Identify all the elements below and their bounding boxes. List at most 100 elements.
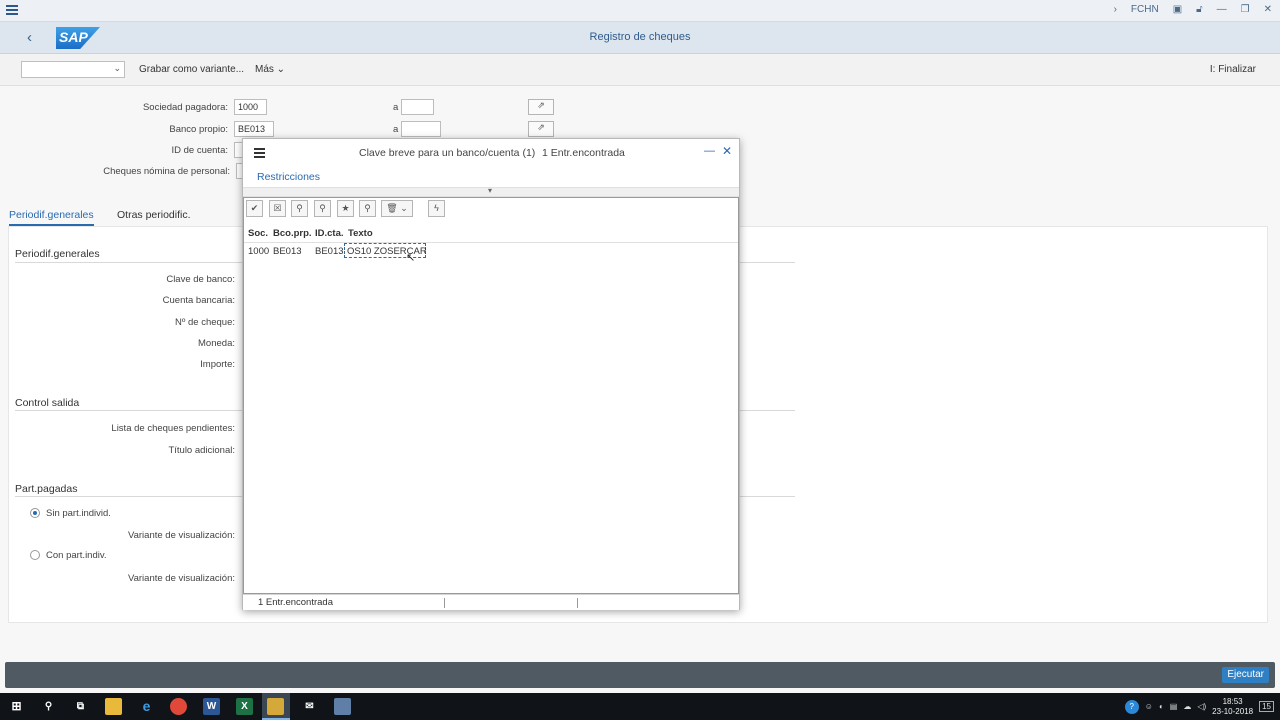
settings-icon[interactable]: ϟ [428,200,445,217]
table-cell[interactable]: BE013 [273,246,302,257]
finish-button[interactable]: I: Finalizar [1210,64,1256,75]
execute-button[interactable]: Ejecutar [1222,667,1269,683]
field-label: Moneda: [198,338,235,349]
company-from-input[interactable]: 1000 [234,99,267,115]
radio-label: Con part.indiv. [46,550,107,561]
details-icon[interactable]: ⚲ [359,200,376,217]
section-output-title: Control salida [15,397,80,409]
excel-icon[interactable]: X [236,698,253,715]
clock-date: 23-10-2018 [1212,706,1254,716]
to-label: a [393,102,399,113]
footer-bar: Ejecutar [5,662,1275,688]
radio-no-individual[interactable] [30,508,40,518]
tab-other[interactable]: Otras periodific. [117,209,191,221]
windows-start-icon[interactable]: ⊞ [8,698,25,715]
task-view-icon[interactable]: ⧉ [72,698,89,715]
restrictions-link[interactable]: Restricciones [257,171,320,183]
finish-label: Finalizar [1218,64,1256,75]
menu-icon[interactable] [6,5,18,17]
multiple-selection-button[interactable]: ⇗ [528,121,554,137]
section-general-title: Periodif.generales [15,248,100,260]
tray-icon[interactable]: ◐ [1159,702,1164,711]
bank-to-input[interactable] [401,121,441,137]
splitter-arrow-icon: ▾ [488,186,493,195]
radio-label: Sin part.individ. [46,508,111,519]
more-label: Más [255,64,274,75]
check-icon[interactable]: ✔ [246,200,263,217]
menu-icon[interactable] [254,148,265,160]
field-label: Lista de cheques pendientes: [111,423,235,434]
section-paid-title: Part.pagadas [15,483,78,495]
mail-icon[interactable]: ✉ [301,698,318,715]
page-title: Registro de cheques [589,31,691,43]
field-label: Nº de cheque: [175,317,235,328]
lock-icon[interactable]: 🔓︎ [1196,4,1202,15]
splitter[interactable]: ▾ [243,186,739,197]
column-header[interactable]: Soc. [248,228,268,239]
payroll-checks-label: Cheques nómina de personal: [103,166,230,177]
app-toolbar: ⌄ Grabar como variante... Más ⌄ I: Final… [0,54,1280,86]
bank-label: Banco propio: [169,124,228,135]
to-label: a [393,124,399,135]
minimize-icon[interactable]: — [704,145,715,157]
system-user: FCHN [1130,4,1159,15]
column-header[interactable]: Texto [348,228,373,239]
search-next-icon[interactable]: ⚲ [314,200,331,217]
variant-dropdown[interactable]: ⌄ [21,61,125,78]
notifications-icon[interactable]: 15 [1259,701,1274,712]
table-cell[interactable]: 1000 [248,246,269,257]
maximize-icon[interactable]: ❐ [1241,4,1250,15]
windows-taskbar: ⊞ ⚲ ⧉ e W X ✉ ? ☺ ◐ ▤ ☁ ◁) 18:53 23-10-2… [0,693,1280,720]
delete-icon[interactable]: 🗑︎ ⌄ [381,200,413,217]
bank-from-input[interactable]: BE013 [234,121,274,137]
shell-header: ‹ SAP Registro de cheques [0,22,1280,54]
edge-icon[interactable]: e [138,698,155,715]
chrome-icon[interactable] [170,698,187,715]
divider [577,598,578,608]
clock-time: 18:53 [1222,696,1243,706]
network-icon[interactable]: ▤ [1170,702,1178,711]
search-icon[interactable]: ⚲ [40,698,57,715]
status-text: 1 Entr.encontrada [258,597,333,608]
column-header[interactable]: Bco.prp. [273,228,312,239]
system-bar: › FCHN ▣ 🔓︎ — ❐ ✕ [0,0,1280,22]
more-button[interactable]: Más ⌄ [255,64,285,75]
file-explorer-icon[interactable] [105,698,122,715]
field-label: Cuenta bancaria: [162,295,235,306]
multiple-selection-button[interactable]: ⇗ [528,99,554,115]
column-header[interactable]: ID.cta. [315,228,344,239]
mouse-cursor-icon: ↖ [406,252,416,264]
minimize-icon[interactable]: — [1217,4,1227,15]
sap-logon-icon [267,698,284,715]
save-as-variant-button[interactable]: Grabar como variante... [139,64,244,75]
chevron-right-icon[interactable]: › [1114,4,1117,15]
system-tray: ? ☺ ◐ ▤ ☁ ◁) 18:53 23-10-2018 15 [1124,693,1274,720]
radio-with-individual[interactable] [30,550,40,560]
volume-icon[interactable]: ◁) [1197,702,1206,711]
company-to-input[interactable] [401,99,434,115]
close-icon[interactable]: ✕ [1264,4,1272,15]
help-icon[interactable]: ? [1124,699,1139,714]
table-cell[interactable]: BE013 [315,246,344,257]
system-actions: › FCHN ▣ 🔓︎ — ❐ ✕ [1114,4,1272,15]
pin-icon[interactable]: ▣ [1173,4,1182,15]
word-icon[interactable]: W [203,698,220,715]
tab-general[interactable]: Periodif.generales [9,209,94,226]
cloud-icon[interactable]: ☁ [1183,702,1191,711]
divider [244,242,738,243]
search-icon[interactable]: ⚲ [291,200,308,217]
field-label: Variante de visualización: [127,573,235,584]
field-label: Importe: [200,359,235,370]
dialog-status-bar: 1 Entr.encontrada [243,594,739,610]
people-icon[interactable]: ☺ [1145,702,1153,711]
dialog-count: 1 Entr.encontrada [542,147,625,159]
company-label: Sociedad pagadora: [142,102,228,113]
favorite-icon[interactable]: ★ [337,200,354,217]
cancel-icon[interactable]: ☒ [269,200,286,217]
account-id-label: ID de cuenta: [171,145,228,156]
clock[interactable]: 18:53 23-10-2018 [1212,697,1253,717]
results-grid: ✔ ☒ ⚲ ⚲ ★ ⚲ 🗑︎ ⌄ ϟ Soc. Bco.prp. ID.cta.… [243,197,739,594]
sap-gui-icon[interactable] [334,698,351,715]
close-icon[interactable]: ✕ [722,144,732,158]
dialog-title: Clave breve para un banco/cuenta (1) [359,147,536,159]
